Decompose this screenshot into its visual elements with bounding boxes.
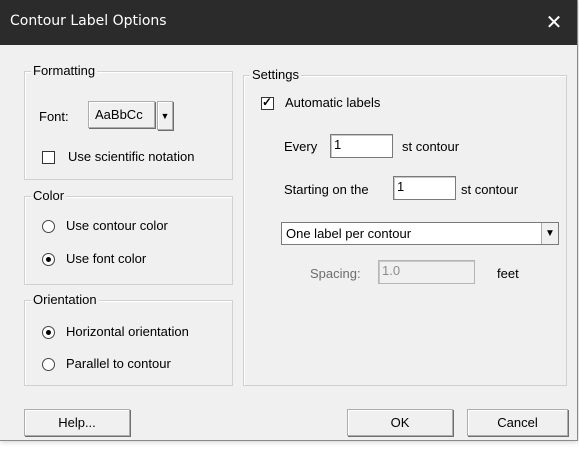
font-dropdown-button[interactable]: ▼ bbox=[157, 101, 173, 130]
checkmark-icon: ✓ bbox=[262, 95, 273, 109]
orientation-group: Orientation Horizontal orientation Paral… bbox=[24, 292, 233, 386]
ok-button[interactable]: OK bbox=[347, 409, 453, 436]
contour-label-options-dialog: Contour Label Options ✕ Formatting Font:… bbox=[0, 0, 578, 441]
scientific-notation-label: Use scientific notation bbox=[68, 149, 195, 164]
scientific-notation-checkbox[interactable] bbox=[42, 151, 55, 164]
title-bar: Contour Label Options ✕ bbox=[0, 0, 577, 45]
formatting-group-title: Formatting bbox=[31, 63, 98, 79]
label-mode-select[interactable]: One label per contour ▼ bbox=[281, 222, 559, 245]
every-label: Every bbox=[284, 139, 318, 154]
parallel-to-contour-radio[interactable] bbox=[42, 358, 55, 371]
formatting-group: Formatting Font: AaBbCc ▼ Use scientific… bbox=[24, 63, 233, 180]
starting-suffix-label: st contour bbox=[461, 182, 519, 197]
cancel-button[interactable]: Cancel bbox=[467, 409, 568, 436]
horizontal-orientation-label: Horizontal orientation bbox=[66, 324, 189, 339]
automatic-labels-label: Automatic labels bbox=[285, 95, 381, 110]
radio-selected-dot bbox=[46, 257, 51, 262]
use-contour-color-radio[interactable] bbox=[42, 220, 55, 233]
label-mode-value: One label per contour bbox=[286, 226, 412, 241]
use-font-color-radio[interactable] bbox=[42, 253, 55, 266]
settings-group-title: Settings bbox=[250, 67, 301, 83]
color-group: Color Use contour color Use font color bbox=[24, 188, 233, 285]
window-title: Contour Label Options bbox=[10, 13, 167, 29]
color-group-title: Color bbox=[31, 188, 67, 204]
orientation-group-title: Orientation bbox=[31, 292, 99, 308]
help-button[interactable]: Help... bbox=[24, 409, 130, 436]
chevron-down-icon: ▼ bbox=[160, 110, 170, 121]
chevron-down-icon[interactable]: ▼ bbox=[541, 223, 558, 244]
use-contour-color-label: Use contour color bbox=[66, 218, 168, 233]
settings-group: Settings ✓ Automatic labels Every 1 st c… bbox=[243, 67, 567, 386]
spacing-input[interactable]: 1.0 bbox=[378, 260, 475, 284]
spacing-unit-label: feet bbox=[497, 266, 519, 281]
font-label: Font: bbox=[39, 109, 69, 124]
radio-selected-dot bbox=[46, 330, 51, 335]
use-font-color-label: Use font color bbox=[66, 251, 147, 266]
font-button[interactable]: AaBbCc bbox=[88, 101, 155, 128]
horizontal-orientation-radio[interactable] bbox=[42, 326, 55, 339]
starting-on-label: Starting on the bbox=[284, 182, 369, 197]
every-suffix-label: st contour bbox=[402, 139, 460, 154]
every-contour-input[interactable]: 1 bbox=[330, 134, 393, 158]
spacing-label: Spacing: bbox=[310, 266, 361, 281]
starting-contour-input[interactable]: 1 bbox=[393, 176, 456, 200]
close-icon[interactable]: ✕ bbox=[531, 0, 577, 45]
parallel-to-contour-label: Parallel to contour bbox=[66, 356, 171, 371]
automatic-labels-checkbox[interactable]: ✓ bbox=[261, 95, 274, 110]
